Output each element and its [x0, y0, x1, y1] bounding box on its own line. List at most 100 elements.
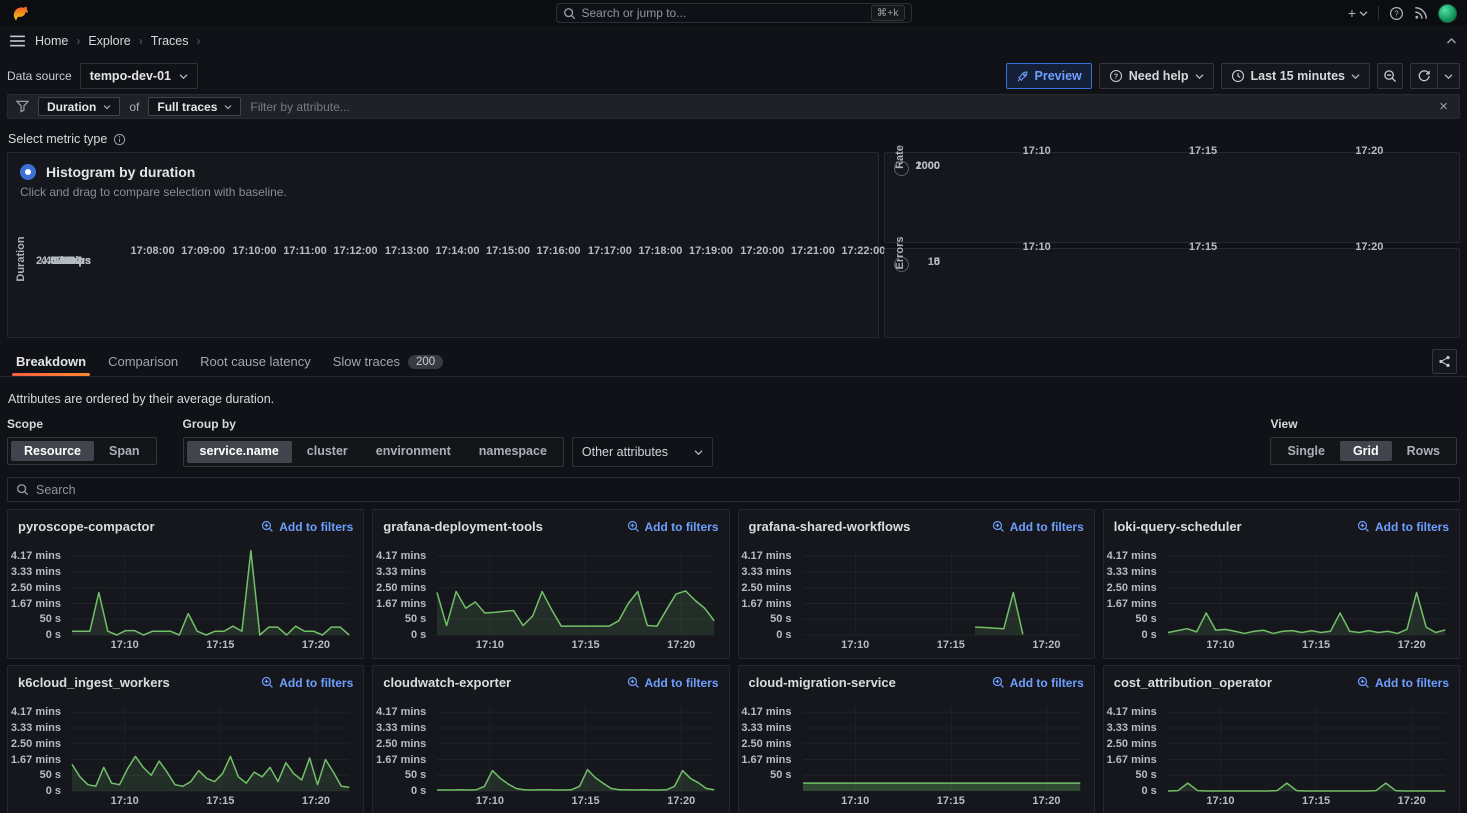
search-plus-icon [261, 676, 274, 689]
chevron-down-icon [179, 73, 188, 80]
user-avatar[interactable] [1438, 4, 1457, 23]
errors-radio[interactable] [894, 257, 909, 272]
breadcrumb-separator: › [76, 34, 80, 48]
groupby-option-environment[interactable]: environment [363, 441, 464, 463]
chevron-down-icon [1351, 73, 1360, 80]
share-icon [1438, 355, 1451, 368]
attribute-search[interactable] [7, 477, 1460, 502]
service-panel: grafana-deployment-tools Add to filters … [372, 509, 729, 659]
data-source-select[interactable]: tempo-dev-01 [80, 63, 198, 89]
chevron-down-icon [103, 104, 111, 110]
scope-option-resource[interactable]: Resource [11, 441, 94, 461]
scope-option-span[interactable]: Span [96, 441, 153, 461]
need-help-label: Need help [1129, 69, 1189, 83]
tab-breakdown[interactable]: Breakdown [16, 347, 86, 376]
clear-filter-button[interactable]: × [1436, 98, 1451, 115]
groupby-option-cluster[interactable]: cluster [294, 441, 361, 463]
time-range-picker[interactable]: Last 15 minutes [1221, 63, 1370, 89]
breadcrumb-traces[interactable]: Traces [151, 34, 189, 48]
add-to-filters-button[interactable]: Add to filters [627, 520, 719, 534]
rate-radio[interactable] [894, 161, 909, 176]
tab-root-cause-latency[interactable]: Root cause latency [200, 347, 311, 376]
search-plus-icon [992, 676, 1005, 689]
service-duration-chart[interactable]: 4.17 mins3.33 mins2.50 mins1.67 mins50 s… [377, 698, 720, 808]
chevron-down-icon [1195, 73, 1204, 80]
view-option-single[interactable]: Single [1274, 441, 1338, 461]
service-duration-chart[interactable]: 4.17 mins3.33 mins2.50 mins1.67 mins50 s… [743, 698, 1086, 808]
chevron-down-icon [224, 104, 232, 110]
search-plus-icon [1357, 520, 1370, 533]
service-name: cost_attribution_operator [1114, 675, 1272, 690]
refresh-button[interactable] [1411, 64, 1437, 88]
breadcrumb-separator: › [139, 34, 143, 48]
query-controls-row: Data source tempo-dev-01 Preview ? Need … [0, 60, 1467, 92]
attribute-search-input[interactable] [36, 483, 1451, 497]
collapse-chevron-button[interactable] [1446, 37, 1457, 45]
traces-type-chip[interactable]: Full traces [148, 97, 241, 116]
search-icon [16, 483, 29, 496]
breadcrumb-separator: › [196, 34, 200, 48]
search-plus-icon [992, 520, 1005, 533]
service-duration-chart[interactable]: 4.17 mins3.33 mins2.50 mins1.67 mins50 s… [743, 542, 1086, 652]
add-to-filters-button[interactable]: Add to filters [992, 676, 1084, 690]
service-duration-chart[interactable]: 4.17 mins3.33 mins2.50 mins1.67 mins50 s… [1108, 698, 1451, 808]
service-name: grafana-deployment-tools [383, 519, 543, 534]
view-option-rows[interactable]: Rows [1394, 441, 1453, 461]
add-to-filters-button[interactable]: Add to filters [627, 676, 719, 690]
tabs-bar: Breakdown Comparison Root cause latency … [0, 347, 1467, 377]
top-search-input[interactable] [582, 6, 865, 20]
groupby-option-namespace[interactable]: namespace [466, 441, 560, 463]
slow-traces-count-badge: 200 [408, 355, 443, 369]
shortcut-badge: ⌘+k [871, 5, 905, 21]
tab-slow-traces[interactable]: Slow traces 200 [333, 347, 443, 376]
groupby-label: Group by [183, 417, 714, 431]
refresh-interval-dropdown[interactable] [1437, 64, 1459, 88]
clock-icon [1231, 69, 1245, 83]
add-to-filters-button[interactable]: Add to filters [261, 676, 353, 690]
service-panel: cloud-migration-service Add to filters 4… [738, 665, 1095, 813]
histogram-radio[interactable] [20, 164, 36, 180]
help-button[interactable]: ? [1389, 6, 1404, 21]
view-label: View [1270, 417, 1457, 431]
add-menu-button[interactable]: + [1348, 5, 1368, 21]
filter-funnel-icon [16, 100, 29, 113]
groupby-option-service-name[interactable]: service.name [187, 441, 292, 463]
chevron-down-icon [1444, 73, 1453, 80]
scope-group: Scope Resource Span [7, 417, 157, 467]
svg-text:?: ? [1114, 74, 1118, 81]
menu-toggle-button[interactable] [10, 35, 25, 47]
service-panel: k6cloud_ingest_workers Add to filters 4.… [7, 665, 364, 813]
zoom-out-button[interactable] [1377, 63, 1403, 89]
breadcrumb-explore[interactable]: Explore [88, 34, 130, 48]
attribute-filter-input[interactable] [250, 100, 1427, 114]
search-plus-icon [1357, 676, 1370, 689]
top-search[interactable]: ⌘+k [556, 3, 912, 23]
view-option-grid[interactable]: Grid [1340, 441, 1392, 461]
breadcrumb-row: Home › Explore › Traces › [0, 26, 1467, 56]
service-duration-chart[interactable]: 4.17 mins3.33 mins2.50 mins1.67 mins50 s… [12, 542, 355, 652]
service-duration-chart[interactable]: 4.17 mins3.33 mins2.50 mins1.67 mins50 s… [1108, 542, 1451, 652]
duration-filter-chip[interactable]: Duration [38, 97, 120, 116]
filter-bar: Duration of Full traces × [7, 94, 1460, 119]
traces-type-label: Full traces [157, 100, 217, 114]
question-circle-icon: ? [1109, 69, 1123, 83]
histogram-hint: Click and drag to compare selection with… [20, 185, 878, 199]
rate-panel: 20001000017:1017:1517:20Rate [884, 152, 1460, 243]
tab-comparison[interactable]: Comparison [108, 347, 178, 376]
other-attributes-select[interactable]: Other attributes [572, 437, 713, 467]
grafana-logo-icon[interactable] [10, 3, 30, 23]
preview-button[interactable]: Preview [1006, 63, 1092, 89]
breadcrumb-home[interactable]: Home [35, 34, 68, 48]
share-button[interactable] [1432, 349, 1457, 374]
need-help-button[interactable]: ? Need help [1099, 63, 1214, 89]
top-nav-bar: ⌘+k + ? [0, 0, 1467, 26]
add-to-filters-button[interactable]: Add to filters [1357, 676, 1449, 690]
service-duration-chart[interactable]: 4.17 mins3.33 mins2.50 mins1.67 mins50 s… [12, 698, 355, 808]
svg-text:?: ? [1394, 9, 1399, 18]
add-to-filters-button[interactable]: Add to filters [992, 520, 1084, 534]
add-to-filters-button[interactable]: Add to filters [1357, 520, 1449, 534]
add-to-filters-button[interactable]: Add to filters [261, 520, 353, 534]
news-icon[interactable] [1414, 6, 1428, 20]
app-root: ⌘+k + ? Home › Explore › Traces › [0, 0, 1467, 813]
service-duration-chart[interactable]: 4.17 mins3.33 mins2.50 mins1.67 mins50 s… [377, 542, 720, 652]
